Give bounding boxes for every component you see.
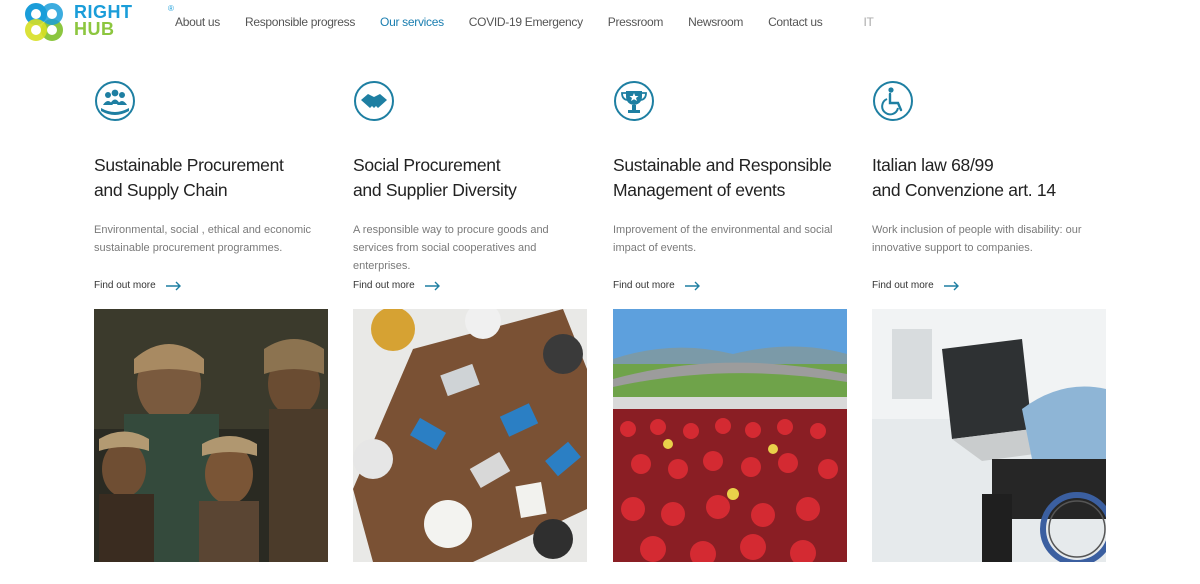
nav-our-services[interactable]: Our services bbox=[380, 15, 444, 29]
card-title-line1: Sustainable Procurement bbox=[94, 155, 284, 175]
service-card-sustainable-procurement: Sustainable Procurement and Supply Chain… bbox=[94, 80, 328, 562]
service-card-italian-law: Italian law 68/99 and Convenzione art. 1… bbox=[872, 80, 1106, 562]
card-title-line2: and Convenzione art. 14 bbox=[872, 180, 1056, 200]
card-description: Environmental, social , ethical and econ… bbox=[94, 224, 312, 254]
handshake-icon bbox=[354, 81, 394, 121]
find-out-more-label: Find out more bbox=[94, 280, 156, 291]
find-out-more-link[interactable]: Find out more bbox=[353, 280, 587, 291]
card-title-line1: Sustainable and Responsible bbox=[613, 155, 832, 175]
site-header: RIGHT HUB ® About us Responsible progres… bbox=[0, 0, 1200, 44]
find-out-more-link[interactable]: Find out more bbox=[613, 280, 847, 291]
find-out-more-label: Find out more bbox=[613, 280, 675, 291]
wheelchair-laptop-photo bbox=[872, 309, 1106, 562]
nav-newsroom[interactable]: Newsroom bbox=[688, 15, 743, 29]
find-out-more-label: Find out more bbox=[353, 280, 415, 291]
card-title-line2: and Supply Chain bbox=[94, 180, 228, 200]
racetrack-crowd-photo bbox=[613, 309, 847, 562]
righthub-logo[interactable]: RIGHT HUB ® bbox=[24, 2, 174, 42]
card-title: Italian law 68/99 and Convenzione art. 1… bbox=[872, 153, 1106, 203]
wheelchair-icon bbox=[873, 81, 913, 121]
nav-responsible-progress[interactable]: Responsible progress bbox=[245, 15, 355, 29]
nav-about-us[interactable]: About us bbox=[175, 15, 220, 29]
arrow-right-icon bbox=[684, 281, 700, 290]
card-title-line2: Management of events bbox=[613, 180, 786, 200]
card-description: A responsible way to procure goods and s… bbox=[353, 224, 549, 272]
children-photo bbox=[94, 309, 328, 562]
service-card-social-procurement: Social Procurement and Supplier Diversit… bbox=[353, 80, 587, 562]
team-hand-icon bbox=[95, 81, 135, 121]
main-nav: About us Responsible progress Our servic… bbox=[175, 15, 899, 29]
logo-text: RIGHT HUB bbox=[74, 3, 133, 39]
card-title: Sustainable Procurement and Supply Chain bbox=[94, 153, 328, 203]
service-card-events: Sustainable and Responsible Management o… bbox=[613, 80, 847, 562]
arrow-right-icon bbox=[165, 281, 181, 290]
card-description: Work inclusion of people with disability… bbox=[872, 224, 1082, 254]
language-switch-it[interactable]: IT bbox=[863, 15, 873, 29]
registered-mark: ® bbox=[168, 4, 174, 13]
find-out-more-link[interactable]: Find out more bbox=[872, 280, 1106, 291]
logo-text-hub: HUB bbox=[74, 19, 115, 39]
card-title: Social Procurement and Supplier Diversit… bbox=[353, 153, 587, 203]
nav-covid-emergency[interactable]: COVID-19 Emergency bbox=[469, 15, 583, 29]
card-title-line1: Italian law 68/99 bbox=[872, 155, 994, 175]
arrow-right-icon bbox=[424, 281, 440, 290]
find-out-more-label: Find out more bbox=[872, 280, 934, 291]
find-out-more-link[interactable]: Find out more bbox=[94, 280, 328, 291]
card-title: Sustainable and Responsible Management o… bbox=[613, 153, 847, 203]
card-title-line1: Social Procurement bbox=[353, 155, 501, 175]
logo-mark-icon bbox=[25, 3, 63, 41]
trophy-icon bbox=[614, 81, 654, 121]
card-description: Improvement of the environmental and soc… bbox=[613, 224, 833, 254]
nav-pressroom[interactable]: Pressroom bbox=[608, 15, 664, 29]
meeting-table-photo bbox=[353, 309, 587, 562]
nav-contact-us[interactable]: Contact us bbox=[768, 15, 823, 29]
arrow-right-icon bbox=[943, 281, 959, 290]
card-title-line2: and Supplier Diversity bbox=[353, 180, 517, 200]
